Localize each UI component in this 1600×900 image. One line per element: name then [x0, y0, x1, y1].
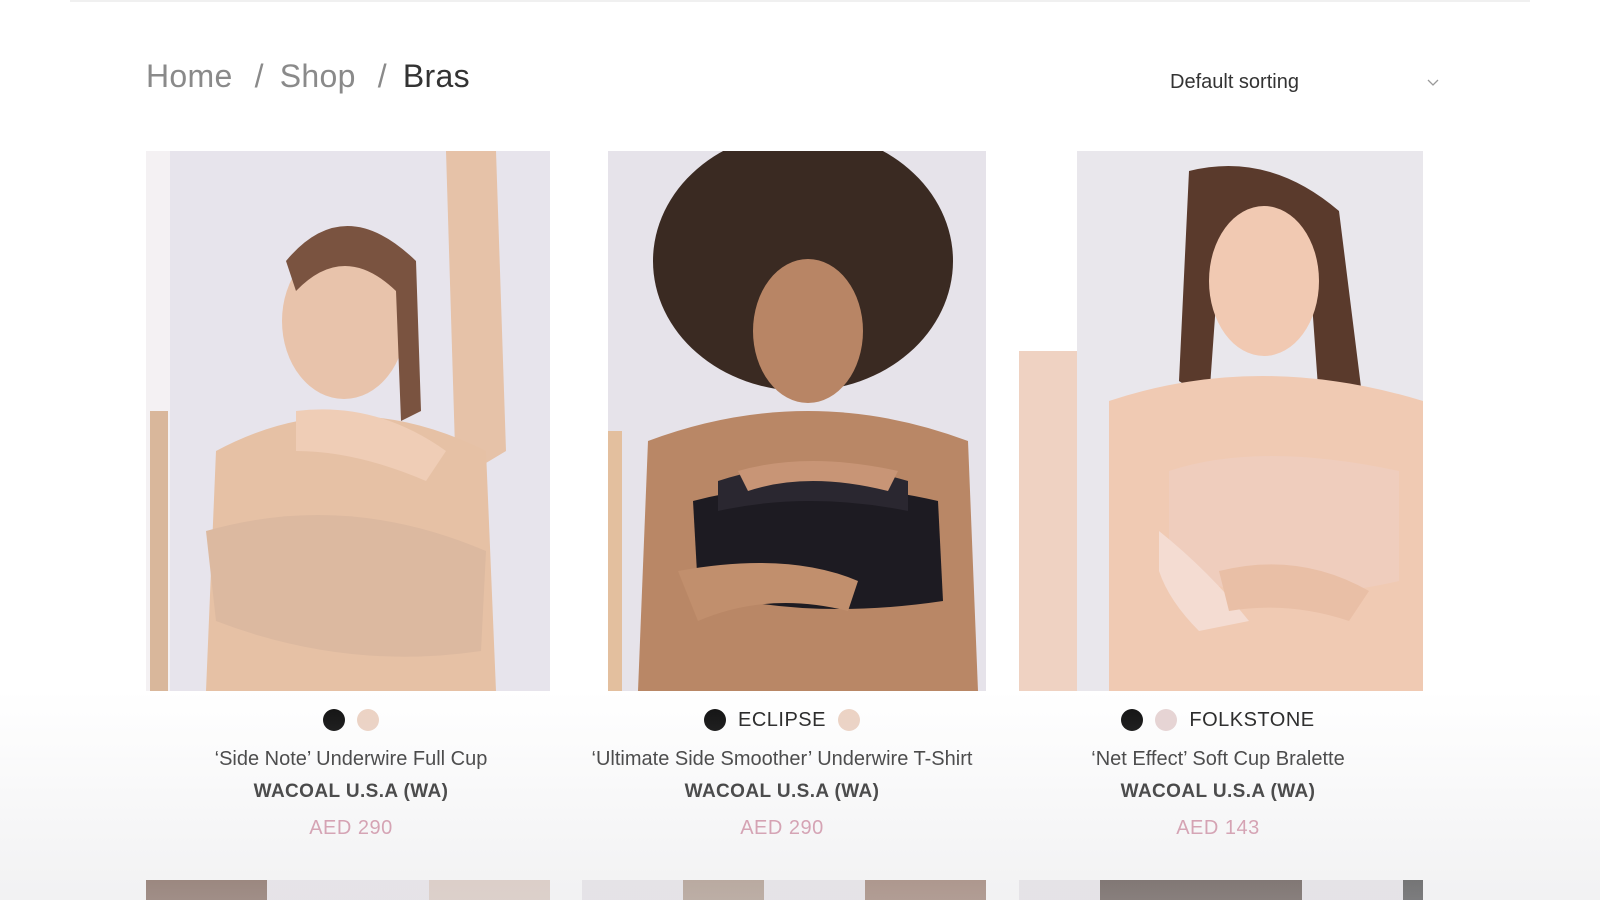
breadcrumb-home[interactable]: Home: [146, 58, 233, 95]
product-name[interactable]: ‘Side Note’ Underwire Full Cup: [141, 748, 561, 771]
product-image-2[interactable]: [608, 151, 986, 691]
breadcrumb-separator: /: [377, 58, 387, 94]
swatch-black[interactable]: [1121, 709, 1144, 731]
sort-selected-value: Default sorting: [1170, 70, 1299, 93]
color-swatches: [141, 700, 561, 740]
product-brand[interactable]: WACOAL U.S.A (WA): [572, 781, 992, 803]
product-brand[interactable]: WACOAL U.S.A (WA): [1008, 781, 1428, 803]
product-card-1: ‘Side Note’ Underwire Full Cup WACOAL U.…: [141, 700, 561, 840]
swatch-nude[interactable]: [357, 709, 379, 731]
swatch-label: ECLIPSE: [738, 708, 826, 731]
sort-select[interactable]: Default sorting: [1170, 64, 1440, 100]
product-image-3[interactable]: [1019, 151, 1423, 691]
swatch-label: FOLKSTONE: [1189, 708, 1315, 731]
product-image-5[interactable]: [582, 880, 986, 900]
shop-page: Home / Shop / Bras Default sorting ‘Side…: [0, 0, 1600, 900]
product-name[interactable]: ‘Net Effect’ Soft Cup Bralette: [1008, 748, 1428, 771]
breadcrumb-current: Bras: [402, 58, 470, 94]
top-divider: [70, 0, 1530, 2]
product-price: AED 290: [309, 817, 393, 839]
product-photo-3: [1019, 151, 1423, 691]
breadcrumb-shop[interactable]: Shop: [280, 58, 356, 95]
product-photo-1: [146, 151, 550, 691]
product-card-3: FOLKSTONE ‘Net Effect’ Soft Cup Bralette…: [1008, 700, 1428, 840]
swatch-black[interactable]: [323, 709, 345, 731]
product-image-4[interactable]: [146, 880, 550, 900]
chevron-down-icon: [1427, 79, 1439, 86]
product-price: AED 290: [740, 817, 824, 839]
breadcrumb-separator: /: [254, 58, 264, 94]
breadcrumb: Home / Shop / Bras: [146, 58, 470, 95]
product-image-6[interactable]: [1019, 880, 1423, 900]
swatch-pink[interactable]: [1155, 709, 1178, 731]
product-price: AED 143: [1176, 817, 1260, 839]
swatch-nude[interactable]: [837, 709, 860, 731]
product-name[interactable]: ‘Ultimate Side Smoother’ Underwire T-Shi…: [572, 748, 992, 771]
swatch-black[interactable]: [704, 709, 726, 731]
product-brand[interactable]: WACOAL U.S.A (WA): [141, 781, 561, 803]
color-swatches: FOLKSTONE: [1008, 700, 1428, 740]
product-card-2: ECLIPSE ‘Ultimate Side Smoother’ Underwi…: [572, 700, 992, 840]
product-image-1[interactable]: [146, 151, 550, 691]
color-swatches: ECLIPSE: [572, 700, 992, 740]
product-photo-2: [608, 151, 986, 691]
